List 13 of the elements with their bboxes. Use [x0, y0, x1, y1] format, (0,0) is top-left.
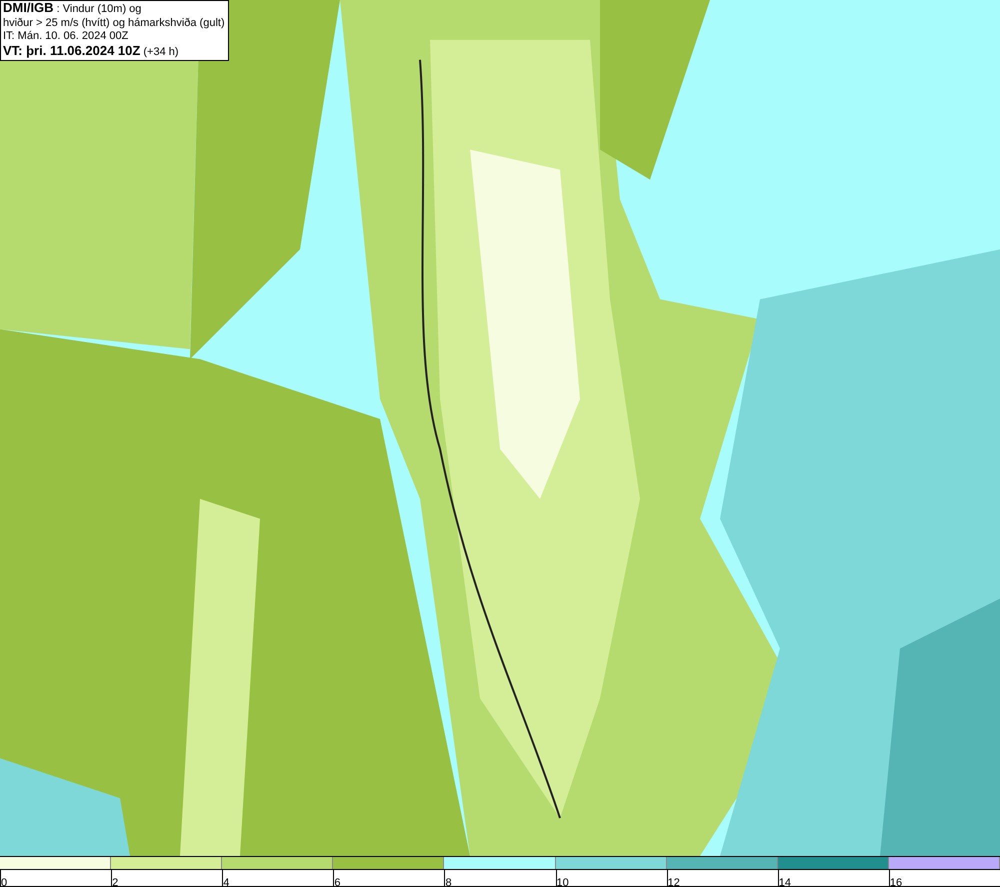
scale-label: 8 [445, 877, 452, 887]
scale-label: 6 [334, 877, 340, 887]
info-text: VT: þri. 11.06.2024 10Z (+34 h) [3, 44, 180, 59]
scale-label: 14 [778, 877, 792, 887]
info-text: IT: Mán. 10. 06. 2024 00Z [3, 30, 130, 44]
scale-label: 4 [223, 877, 230, 887]
scale-label: 2 [112, 877, 118, 887]
info-text: hviður > 25 m/s (hvítt) og hámarkshviða (gult) [3, 16, 225, 30]
scale-label: 0 [1, 877, 8, 887]
scale-label: 10 [556, 877, 569, 887]
scale-label: 16 [890, 877, 902, 887]
scale-label: 12 [668, 877, 680, 887]
info-text: DMI/IGB : Vindur (10m) og [3, 1, 142, 16]
